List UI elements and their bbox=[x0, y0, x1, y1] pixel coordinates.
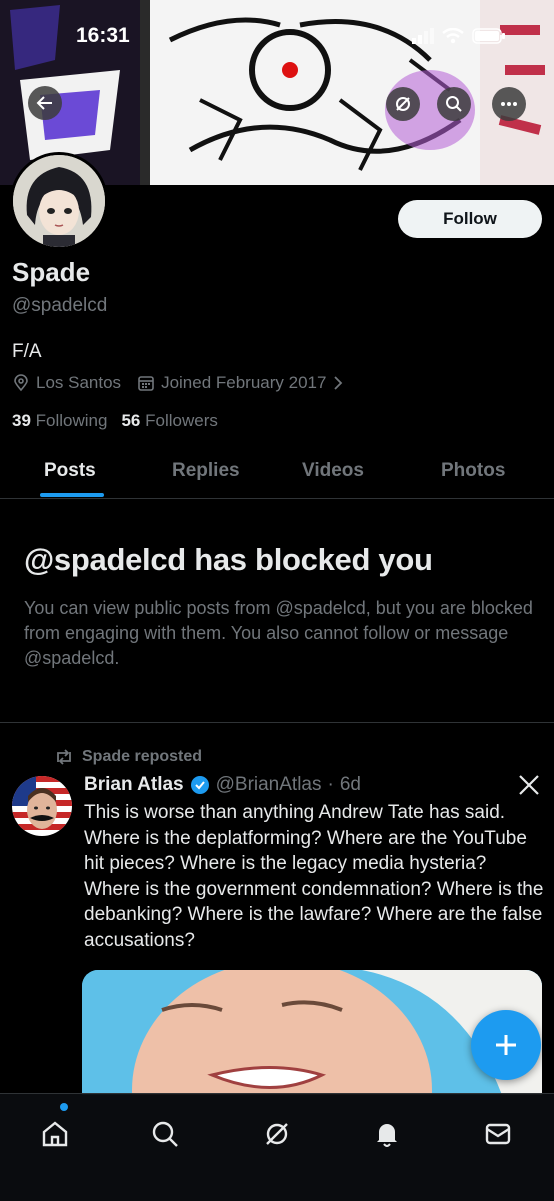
tab-posts[interactable]: Posts bbox=[44, 460, 96, 482]
nav-notifications[interactable] bbox=[367, 1114, 407, 1154]
nav-grok[interactable] bbox=[257, 1114, 297, 1154]
profile-joined: Joined February 2017 bbox=[161, 373, 327, 392]
verified-badge-icon bbox=[190, 776, 209, 794]
profile-handle: @spadelcd bbox=[12, 295, 108, 316]
search-icon bbox=[152, 1121, 178, 1147]
search-button[interactable] bbox=[437, 87, 471, 121]
plus-icon bbox=[496, 1035, 516, 1055]
follow-button[interactable]: Follow bbox=[398, 200, 542, 238]
profile-bio: F/A bbox=[12, 341, 42, 362]
active-tab-indicator bbox=[40, 493, 104, 497]
messages-icon bbox=[485, 1123, 511, 1145]
post-time: 6d bbox=[339, 774, 361, 795]
followers-link[interactable]: 56 Followers bbox=[121, 411, 217, 431]
x-logo-icon bbox=[519, 775, 539, 795]
profile-avatar[interactable] bbox=[10, 152, 108, 250]
repost-label: Spade reposted bbox=[82, 748, 203, 765]
profile-tabs: Posts Replies Videos Photos bbox=[0, 448, 554, 499]
chevron-right-icon[interactable] bbox=[332, 375, 344, 391]
tab-photos[interactable]: Photos bbox=[441, 460, 505, 482]
tab-replies[interactable]: Replies bbox=[172, 460, 240, 482]
compose-button[interactable] bbox=[471, 1010, 541, 1080]
location-icon bbox=[14, 374, 28, 392]
calendar-icon bbox=[138, 376, 154, 391]
signal-icon bbox=[412, 28, 434, 44]
post-separator: · bbox=[327, 774, 334, 795]
following-label: Following bbox=[35, 411, 108, 430]
following-count: 39 bbox=[12, 411, 31, 430]
notifications-icon bbox=[377, 1124, 397, 1147]
following-link[interactable]: 39 Following bbox=[12, 411, 107, 431]
blocked-title: @spadelcd has blocked you bbox=[24, 542, 433, 577]
grok-icon bbox=[266, 1123, 288, 1145]
nav-home[interactable] bbox=[35, 1114, 75, 1154]
home-unread-dot bbox=[60, 1103, 68, 1111]
back-arrow-icon bbox=[36, 96, 52, 110]
profile-meta: Los Santos Joined February 2017 bbox=[12, 373, 344, 393]
profile-location: Los Santos bbox=[36, 373, 122, 392]
post-author-handle[interactable]: @BrianAtlas bbox=[216, 774, 322, 796]
follow-stats: 39 Following 56 Followers bbox=[12, 411, 218, 431]
status-icons bbox=[412, 28, 506, 44]
bottom-navigation bbox=[0, 1093, 554, 1201]
post-author-avatar[interactable] bbox=[12, 776, 72, 836]
more-button[interactable] bbox=[492, 87, 526, 121]
post-text: This is worse than anything Andrew Tate … bbox=[84, 802, 544, 951]
home-icon bbox=[42, 1121, 68, 1147]
repost-icon bbox=[57, 749, 71, 765]
blocked-description: You can view public posts from @spadelcd… bbox=[24, 598, 533, 668]
followers-count: 56 bbox=[121, 411, 141, 430]
followers-label: Followers bbox=[145, 411, 218, 430]
post-header: Brian Atlas @BrianAtlas · 6d bbox=[84, 774, 361, 796]
back-button[interactable] bbox=[28, 86, 62, 120]
profile-name: Spade bbox=[12, 257, 91, 287]
more-icon bbox=[501, 102, 517, 106]
post-author-name[interactable]: Brian Atlas bbox=[84, 774, 184, 796]
status-time: 16:31 bbox=[76, 24, 130, 47]
nav-search[interactable] bbox=[145, 1114, 185, 1154]
nav-messages[interactable] bbox=[478, 1114, 518, 1154]
grok-icon bbox=[396, 97, 410, 111]
tab-videos[interactable]: Videos bbox=[302, 460, 364, 482]
grok-button[interactable] bbox=[386, 87, 420, 121]
divider bbox=[0, 722, 554, 723]
wifi-icon bbox=[442, 28, 464, 44]
search-icon bbox=[446, 96, 462, 112]
repost-indicator: Spade reposted bbox=[54, 748, 202, 766]
battery-icon bbox=[472, 28, 505, 44]
